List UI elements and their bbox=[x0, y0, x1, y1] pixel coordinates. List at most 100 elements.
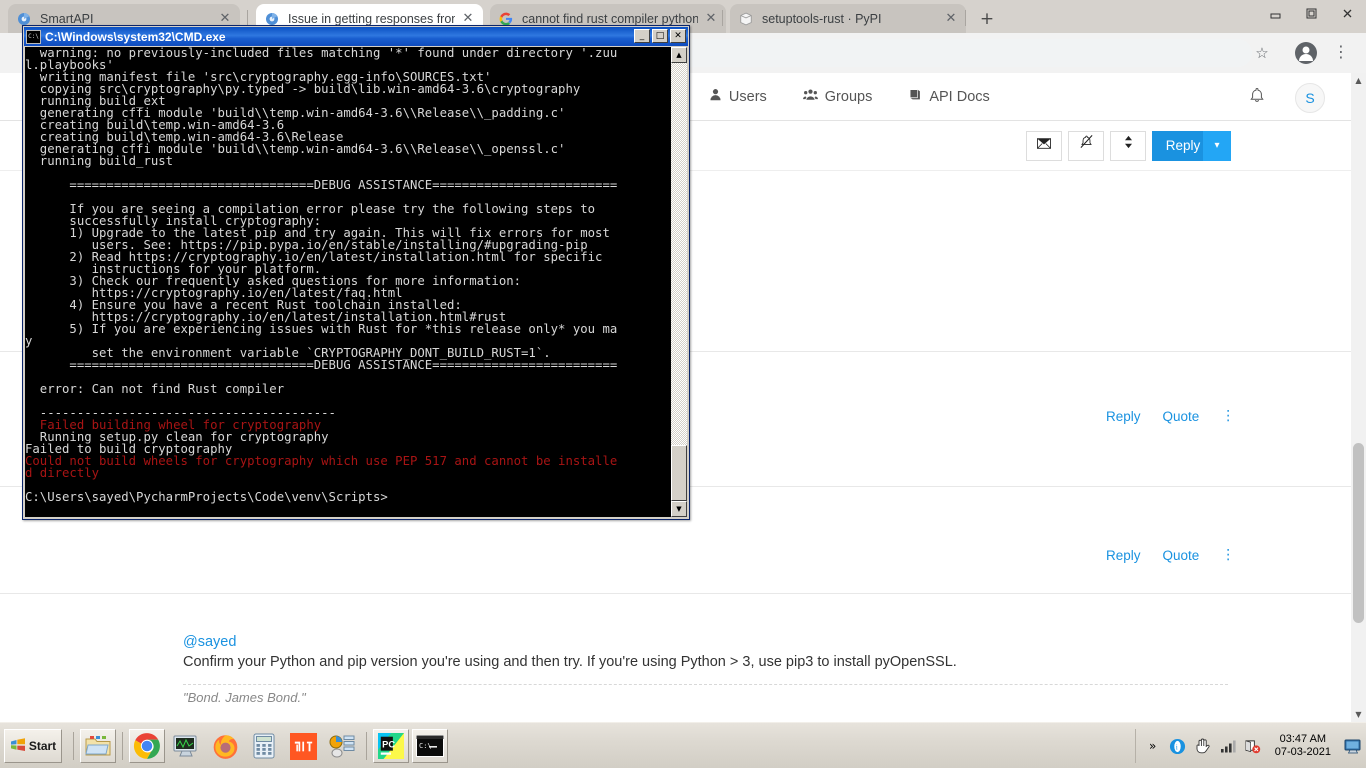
post-body-text: Confirm your Python and pip version you'… bbox=[183, 654, 957, 670]
svg-text:PC: PC bbox=[382, 739, 395, 749]
groups-icon bbox=[802, 88, 818, 105]
close-icon[interactable]: ✕ bbox=[944, 11, 958, 26]
window-close-icon[interactable] bbox=[1336, 4, 1358, 22]
cmd-output-line: =================================DEBUG A… bbox=[25, 178, 618, 192]
cmd-scrollbar-track[interactable] bbox=[671, 63, 687, 501]
cmd-scrollbar[interactable]: ▲ ▼ bbox=[671, 47, 687, 517]
cmd-output-line: error: Can not find Rust compiler bbox=[25, 382, 285, 396]
cmd-icon[interactable]: C:\ bbox=[412, 729, 448, 763]
pycharm-icon[interactable]: PC bbox=[373, 729, 409, 763]
avatar[interactable]: S bbox=[1295, 83, 1325, 113]
pypi-icon bbox=[738, 11, 754, 27]
browser-tab-title: cannot find rust compiler python - G bbox=[522, 11, 698, 26]
calculator-icon[interactable] bbox=[246, 729, 282, 763]
user-icon bbox=[709, 88, 722, 105]
chrome-menu-icon[interactable]: ⋮ bbox=[1332, 40, 1350, 64]
notifications-bell-icon[interactable] bbox=[1249, 87, 1265, 108]
scroll-up-icon[interactable]: ▲ bbox=[1351, 73, 1366, 88]
taskbar-clock[interactable]: 03:47 AM 07-03-2021 bbox=[1275, 733, 1331, 759]
post-more-icon[interactable]: ⋮ bbox=[1221, 547, 1235, 563]
book-icon bbox=[908, 88, 922, 105]
cmd-output-line: =================================DEBUG A… bbox=[25, 358, 618, 372]
post-divider bbox=[0, 593, 1351, 594]
cmd-title-text: C:\Windows\system32\CMD.exe bbox=[45, 29, 226, 44]
scrollbar-thumb[interactable] bbox=[1353, 443, 1364, 623]
sidebar-item-users[interactable]: Users bbox=[709, 88, 767, 105]
cmd-scroll-down-icon[interactable]: ▼ bbox=[671, 501, 687, 517]
post-quote-link[interactable]: Quote bbox=[1163, 548, 1200, 563]
mark-unread-button[interactable] bbox=[1026, 131, 1062, 161]
show-desktop-icon[interactable] bbox=[1344, 737, 1362, 755]
window-controls bbox=[1264, 2, 1358, 24]
tab-separator bbox=[722, 10, 723, 26]
profile-avatar-icon[interactable] bbox=[1294, 41, 1318, 65]
windows-logo-icon bbox=[10, 737, 26, 755]
window-minimize-icon[interactable] bbox=[1264, 4, 1286, 22]
cmd-window-controls: _ □ ✕ bbox=[634, 29, 686, 43]
chevron-down-icon[interactable]: ▾ bbox=[1203, 131, 1231, 161]
page-scrollbar[interactable]: ▲ ▼ bbox=[1351, 73, 1366, 722]
cmd-close-button[interactable]: ✕ bbox=[670, 29, 686, 43]
taskbar-divider bbox=[73, 732, 74, 760]
cmd-console-window[interactable]: C:\ C:\Windows\system32\CMD.exe _ □ ✕ wa… bbox=[22, 25, 690, 520]
cmd-minimize-button[interactable]: _ bbox=[634, 29, 650, 43]
start-button[interactable]: Start bbox=[4, 729, 62, 763]
nav-item-label: Groups bbox=[824, 88, 873, 105]
tab-separator bbox=[965, 10, 966, 26]
taskbar-divider bbox=[366, 732, 367, 760]
start-label: Start bbox=[28, 739, 57, 753]
post-more-icon[interactable]: ⋮ bbox=[1221, 408, 1235, 424]
window-maximize-icon[interactable] bbox=[1300, 4, 1322, 22]
windows-taskbar: Start PC C:\ » i 03:47 AM 07-03-2021 bbox=[0, 722, 1366, 768]
post-actions-1: Reply Quote ⋮ bbox=[1106, 408, 1235, 424]
cmd-scrollbar-thumb[interactable] bbox=[671, 445, 687, 501]
firefox-icon[interactable] bbox=[207, 729, 243, 763]
tray-expand-icon[interactable]: » bbox=[1144, 737, 1162, 755]
signature-divider bbox=[183, 684, 1228, 685]
cmd-output-area[interactable]: warning: no previously-included files ma… bbox=[25, 47, 687, 517]
cmd-output-line: warning: no previously-included files ma… bbox=[25, 47, 618, 60]
post-quote-link[interactable]: Quote bbox=[1163, 409, 1200, 424]
clock-date: 07-03-2021 bbox=[1274, 746, 1331, 758]
close-icon[interactable]: ✕ bbox=[704, 11, 718, 26]
mute-topic-button[interactable] bbox=[1068, 131, 1104, 161]
scroll-down-icon[interactable]: ▼ bbox=[1351, 707, 1366, 722]
clock-time: 03:47 AM bbox=[1279, 733, 1327, 745]
post-reply-link[interactable]: Reply bbox=[1106, 409, 1141, 424]
system-monitor-icon[interactable] bbox=[168, 729, 204, 763]
svg-text:i: i bbox=[1176, 742, 1178, 751]
control-panel-icon[interactable] bbox=[324, 729, 360, 763]
browser-tab-title: SmartAPI bbox=[40, 11, 94, 26]
tab-separator bbox=[247, 10, 248, 26]
cmd-titlebar[interactable]: C:\ C:\Windows\system32\CMD.exe _ □ ✕ bbox=[24, 27, 688, 46]
nav-item-label: API Docs bbox=[929, 88, 990, 105]
close-icon[interactable]: ✕ bbox=[461, 11, 475, 26]
hand-icon[interactable] bbox=[1194, 737, 1212, 755]
chrome-icon[interactable] bbox=[129, 729, 165, 763]
new-tab-button[interactable]: + bbox=[975, 8, 999, 30]
post-mention[interactable]: @sayed bbox=[183, 634, 236, 650]
network-error-icon[interactable] bbox=[1244, 737, 1262, 755]
cmd-maximize-button[interactable]: □ bbox=[652, 29, 668, 43]
nav-item-label: Users bbox=[728, 88, 767, 105]
cmd-output-text: warning: no previously-included files ma… bbox=[25, 47, 673, 503]
system-tray: » i 03:47 AM 07-03-2021 bbox=[1134, 729, 1362, 763]
mi-icon[interactable] bbox=[285, 729, 321, 763]
signal-icon[interactable] bbox=[1219, 737, 1237, 755]
browser-tab-title: setuptools-rust · PyPI bbox=[762, 11, 882, 26]
bookmark-star-icon[interactable]: ☆ bbox=[1252, 43, 1272, 63]
file-explorer-icon[interactable] bbox=[80, 729, 116, 763]
opera-icon[interactable]: i bbox=[1169, 737, 1187, 755]
jump-to-post-button[interactable] bbox=[1110, 131, 1146, 161]
cmd-output-line: Could not build wheels for cryptography … bbox=[25, 454, 618, 468]
sidebar-item-groups[interactable]: Groups bbox=[802, 88, 873, 105]
post-signature: "Bond. James Bond." bbox=[183, 690, 306, 705]
browser-tab-setuptools-rust[interactable]: setuptools-rust · PyPI ✕ bbox=[730, 4, 966, 33]
sidebar-item-api-docs[interactable]: API Docs bbox=[908, 88, 990, 105]
taskbar-divider bbox=[122, 732, 123, 760]
close-icon[interactable]: ✕ bbox=[218, 11, 232, 26]
cmd-output-line: C:\Users\sayed\PycharmProjects\Code\venv… bbox=[25, 490, 388, 504]
cmd-icon: C:\ bbox=[26, 29, 41, 44]
post-reply-link[interactable]: Reply bbox=[1106, 548, 1141, 563]
cmd-scroll-up-icon[interactable]: ▲ bbox=[671, 47, 687, 63]
